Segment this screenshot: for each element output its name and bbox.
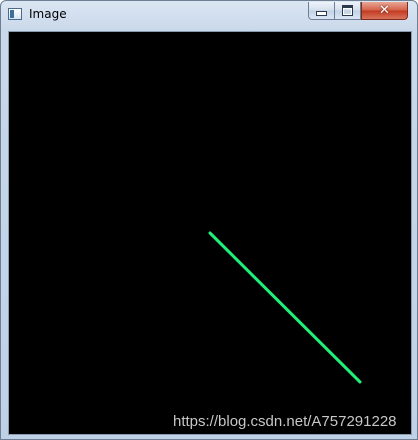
title-bar[interactable]: Image ✕: [1, 1, 417, 30]
close-icon: ✕: [379, 3, 390, 18]
watermark-url: https://blog.csdn.net/A757291228: [173, 413, 397, 430]
image-canvas: [8, 31, 412, 435]
maximize-button[interactable]: [335, 2, 361, 20]
close-button[interactable]: ✕: [361, 2, 408, 20]
green-line: [208, 231, 362, 384]
maximize-icon: [342, 5, 353, 16]
image-canvas-svg: [208, 231, 362, 384]
window-title: Image: [29, 7, 67, 21]
app-window-icon: [8, 8, 22, 20]
minimize-button[interactable]: [308, 2, 335, 20]
image-window: Image ✕ https://blog.csdn.net/A757291228: [0, 0, 418, 440]
minimize-icon: [316, 11, 327, 16]
